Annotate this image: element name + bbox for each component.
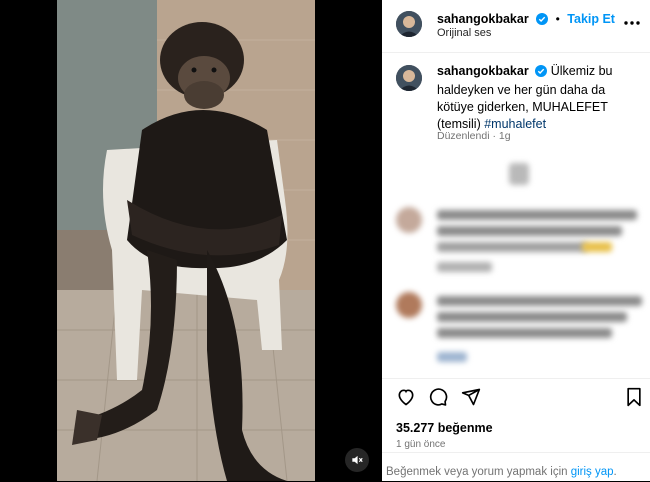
profile-photo: [396, 11, 422, 37]
post-timestamp[interactable]: 1 gün önce: [396, 439, 446, 450]
separator-dot: •: [555, 12, 560, 26]
blurred-text-line: [437, 296, 642, 306]
login-prompt-suffix: .: [613, 466, 617, 478]
instagram-post-window: sahangokbakar • Takip Et Orijinal ses sa…: [0, 0, 650, 481]
speaker-muted-icon: [352, 455, 363, 465]
blurred-text-line: [437, 328, 612, 338]
caption-meta: Düzenlendi · 1g: [437, 130, 511, 142]
bookmark-icon[interactable]: [625, 387, 643, 412]
chimpanzee-video-frame: [57, 0, 315, 481]
verified-badge-icon: [535, 65, 548, 82]
login-link[interactable]: giriş yap: [571, 466, 614, 478]
post-media: [0, 0, 382, 481]
blurred-text-line: [437, 242, 587, 252]
caption-avatar[interactable]: [396, 65, 422, 91]
share-icon[interactable]: [461, 387, 481, 412]
edited-age: 1g: [498, 130, 511, 142]
caption-username-link[interactable]: sahangokbakar: [437, 64, 529, 78]
audio-label[interactable]: Orijinal ses: [437, 27, 491, 39]
blurred-text-line: [437, 312, 627, 322]
video-player[interactable]: [57, 0, 315, 481]
mute-toggle-button[interactable]: [345, 448, 369, 472]
blurred-emoji: [582, 242, 612, 252]
blurred-text-line: [437, 226, 622, 236]
follow-button[interactable]: Takip Et: [567, 12, 615, 26]
more-options-icon[interactable]: [624, 15, 640, 36]
post-header: sahangokbakar • Takip Et Orijinal ses: [382, 0, 650, 53]
username-link[interactable]: sahangokbakar: [437, 12, 529, 26]
login-prompt: Beğenmek veya yorum yapmak için giriş ya…: [382, 452, 650, 482]
profile-photo: [396, 65, 422, 91]
blurred-text-line: [437, 352, 467, 362]
login-prompt-text: Beğenmek veya yorum yapmak için giriş ya…: [386, 466, 617, 478]
comment-icon[interactable]: [428, 387, 448, 412]
login-prompt-prefix: Beğenmek veya yorum yapmak için: [386, 466, 571, 478]
commenter-avatar: [396, 207, 422, 233]
hashtag-link[interactable]: #muhalefet: [484, 117, 546, 131]
edited-label: Düzenlendi: [437, 130, 490, 142]
blurred-text-line: [437, 210, 637, 220]
commenter-avatar: [396, 292, 422, 318]
heart-icon[interactable]: [396, 387, 416, 412]
post-caption: sahangokbakar Ülkemiz bu haldeyken ve he…: [437, 63, 637, 133]
blurred-comment-placeholder: [509, 163, 529, 185]
verified-badge-icon: [536, 12, 549, 30]
post-side-panel: sahangokbakar • Takip Et Orijinal ses sa…: [382, 0, 650, 481]
separator-dot: ·: [492, 130, 496, 142]
avatar[interactable]: [396, 11, 422, 37]
blurred-text-line: [437, 262, 492, 272]
likes-count[interactable]: 35.277 beğenme: [396, 421, 493, 435]
